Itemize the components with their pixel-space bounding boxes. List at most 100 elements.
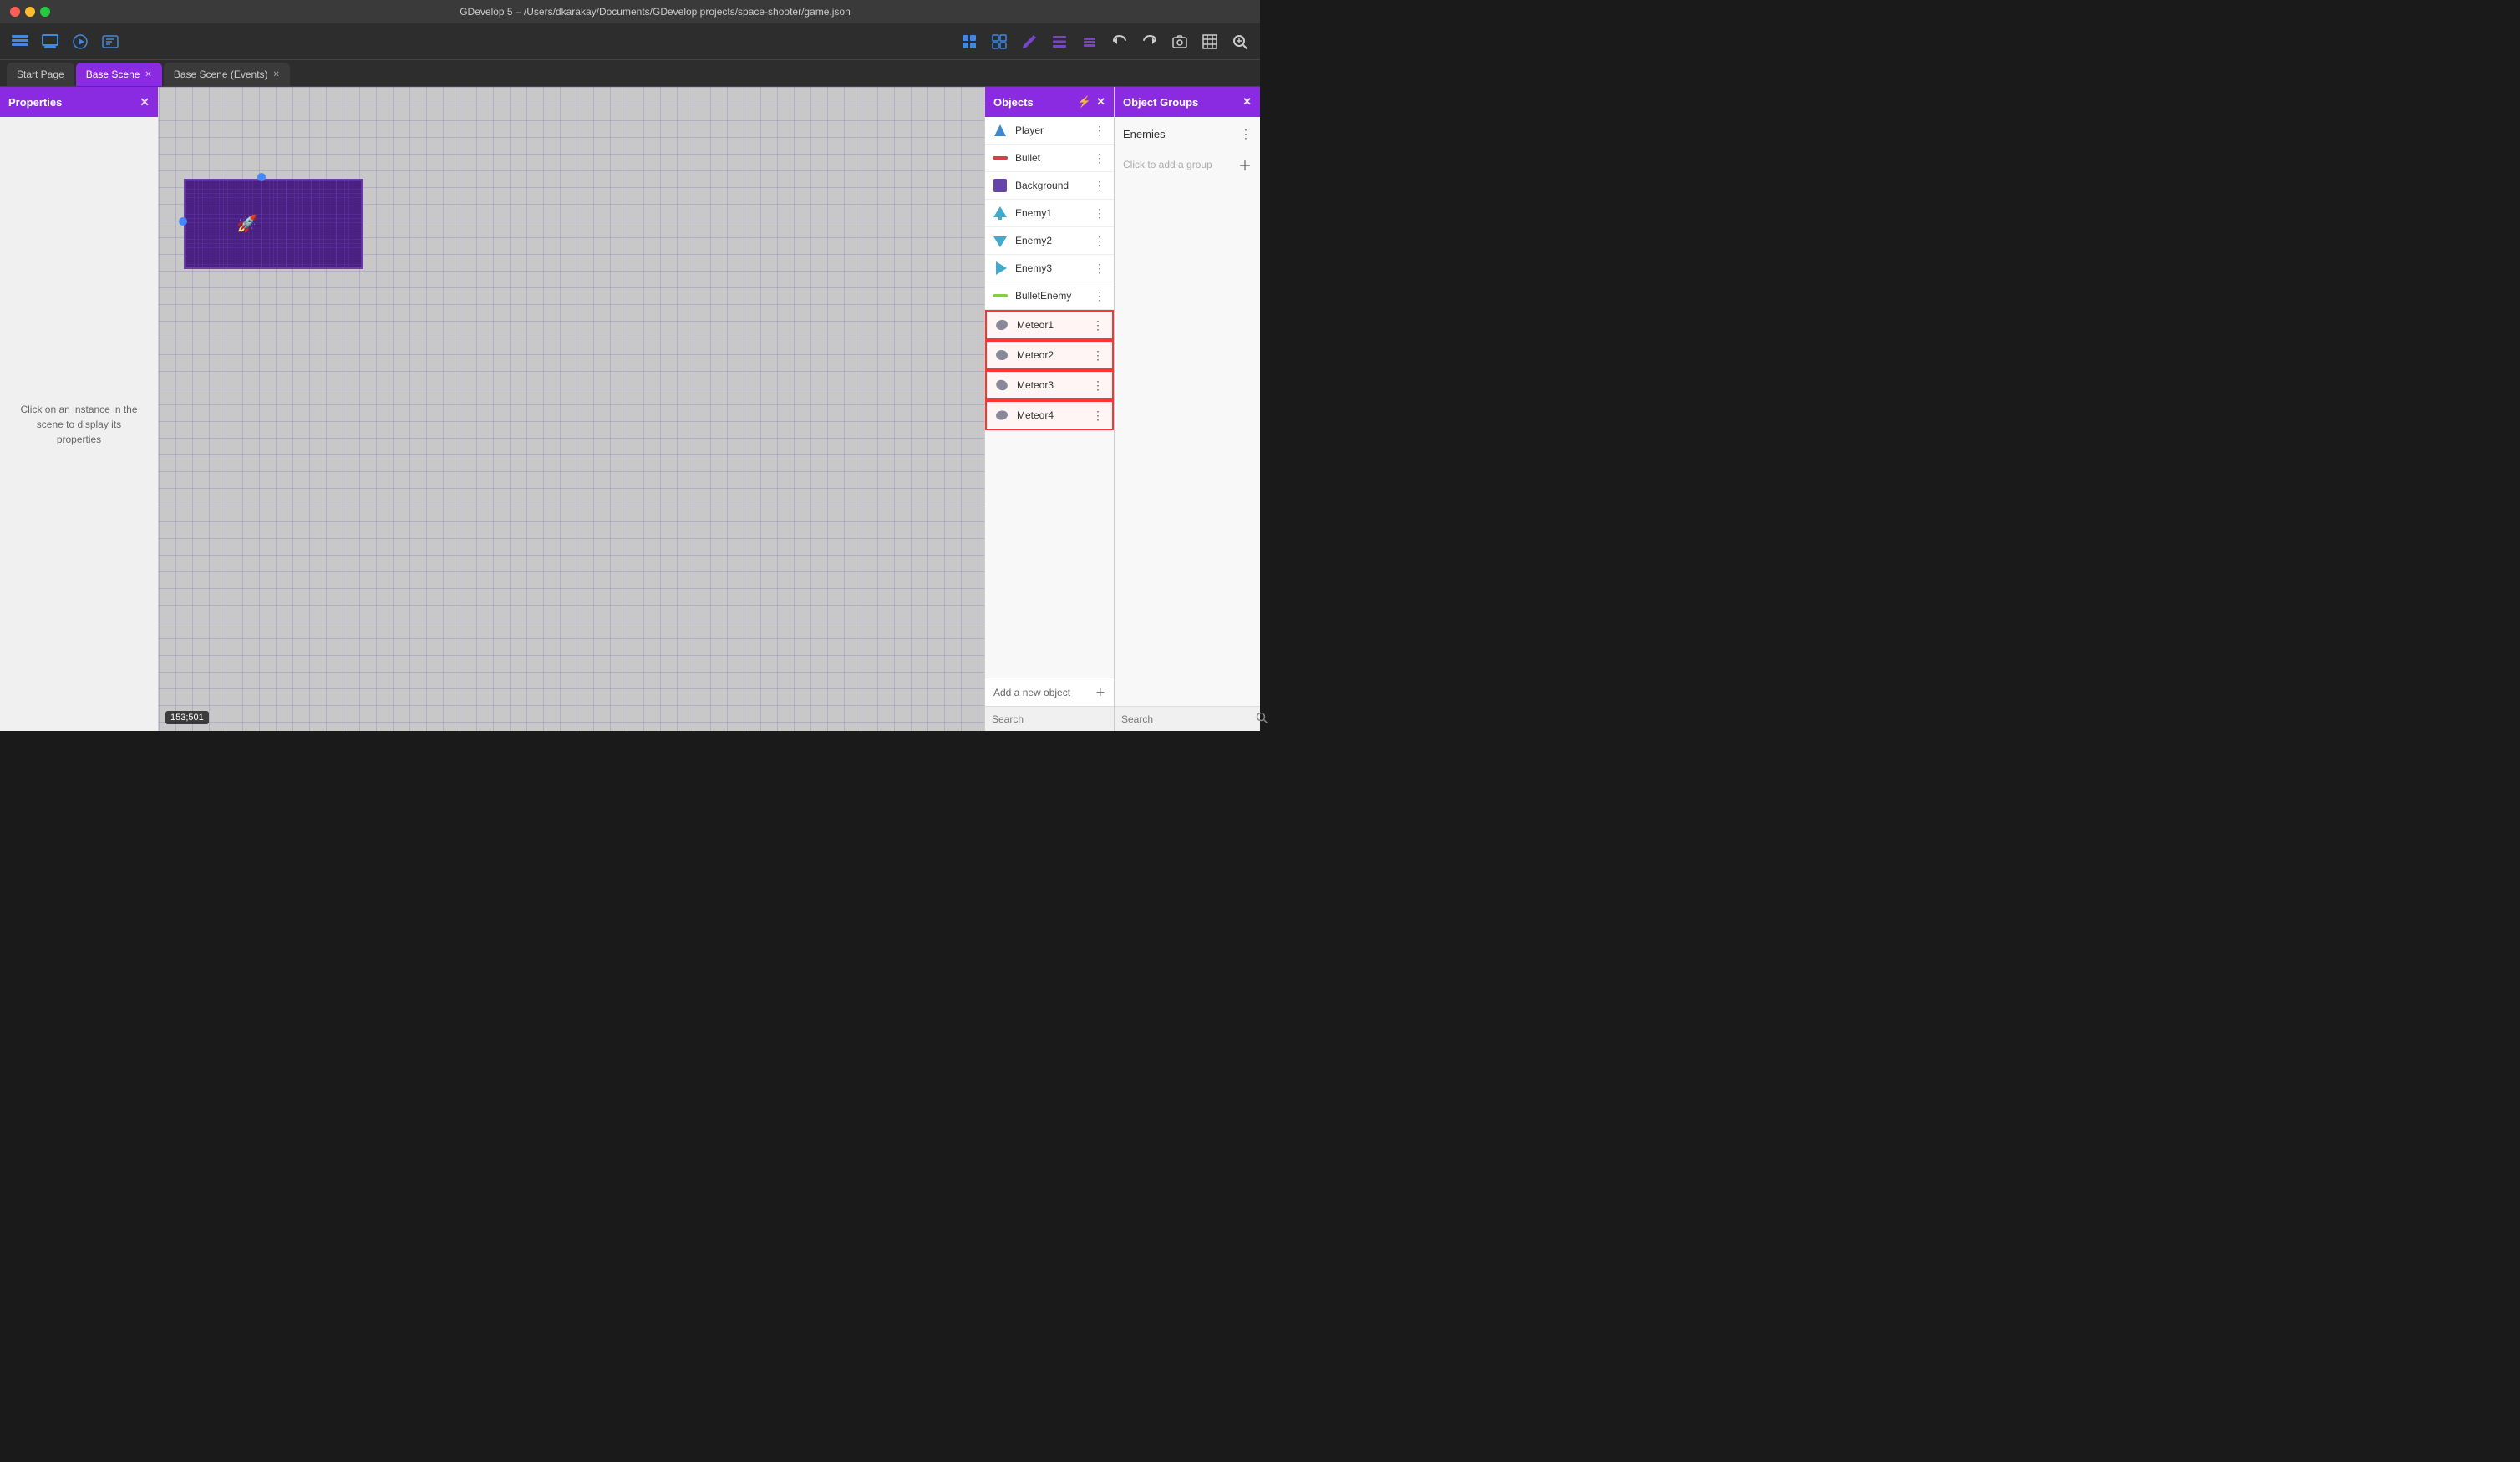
background-label: Background	[1015, 180, 1085, 191]
enemy1-label: Enemy1	[1015, 207, 1085, 219]
player-label: Player	[1015, 124, 1085, 136]
object-item-background[interactable]: Background ⋮	[985, 172, 1114, 200]
list-button[interactable]	[1046, 28, 1073, 55]
titlebar: GDevelop 5 – /Users/dkarakay/Documents/G…	[0, 0, 1260, 23]
groups-search-icon	[1256, 712, 1268, 726]
object-item-bullet[interactable]: Bullet ⋮	[985, 145, 1114, 172]
meteor2-icon	[993, 347, 1010, 363]
player-icon	[992, 122, 1009, 139]
edit-button[interactable]	[1016, 28, 1043, 55]
objects-title: Objects	[993, 96, 1034, 109]
object-item-enemy3[interactable]: Enemy3 ⋮	[985, 255, 1114, 282]
objects-search-input[interactable]	[992, 713, 1121, 725]
scene-canvas[interactable]: 🚀 153;501	[159, 87, 984, 731]
bullet-label: Bullet	[1015, 152, 1085, 164]
tab-events-close[interactable]: ✕	[273, 70, 280, 79]
object-item-meteor1[interactable]: Meteor1 ⋮	[985, 310, 1114, 340]
window-title: GDevelop 5 – /Users/dkarakay/Documents/G…	[60, 6, 1250, 18]
undo-button[interactable]	[1106, 28, 1133, 55]
scene-button[interactable]	[37, 28, 64, 55]
object-item-enemy1[interactable]: Enemy1 ⋮	[985, 200, 1114, 227]
group-item-enemies[interactable]: Enemies ⋮	[1115, 120, 1260, 148]
groups-close-button[interactable]: ✕	[1242, 95, 1252, 109]
groups-panel: Object Groups ✕ Enemies ⋮ Click to add a…	[1114, 87, 1260, 731]
properties-header: Properties ✕	[0, 87, 158, 117]
add-object-row[interactable]: Add a new object ＋	[985, 678, 1114, 706]
bullet-icon	[992, 150, 1009, 166]
click-to-add-label: Click to add a group	[1123, 159, 1212, 170]
meteor1-more-button[interactable]: ⋮	[1090, 318, 1105, 333]
meteor3-more-button[interactable]: ⋮	[1090, 378, 1105, 393]
objects-list: Player ⋮ Bullet ⋮ Background ⋮	[985, 117, 1114, 678]
enemy2-more-button[interactable]: ⋮	[1092, 234, 1107, 248]
enemy1-more-button[interactable]: ⋮	[1092, 206, 1107, 221]
click-to-add-group[interactable]: Click to add a group ＋	[1115, 148, 1260, 181]
object-item-meteor2[interactable]: Meteor2 ⋮	[985, 340, 1114, 370]
enemy3-more-button[interactable]: ⋮	[1092, 261, 1107, 276]
meteor2-more-button[interactable]: ⋮	[1090, 348, 1105, 363]
tab-base-scene-events-label: Base Scene (Events)	[174, 69, 268, 80]
play-button[interactable]	[67, 28, 94, 55]
events-icon	[102, 34, 119, 49]
scene-viewport[interactable]: 🚀	[184, 179, 363, 269]
objects-toolbar-button[interactable]	[956, 28, 983, 55]
redo-button[interactable]	[1136, 28, 1163, 55]
add-group-plus-button[interactable]: ＋	[1238, 155, 1252, 175]
object-item-meteor4[interactable]: Meteor4 ⋮	[985, 400, 1114, 430]
objects-close-button[interactable]: ✕	[1096, 95, 1105, 109]
tab-bar: Start Page Base Scene ✕ Base Scene (Even…	[0, 60, 1260, 87]
objects-panel: Objects ⚡ ✕ Player ⋮ Bullet ⋮	[984, 87, 1114, 731]
screenshot-button[interactable]	[1166, 28, 1193, 55]
groups-toolbar-button[interactable]	[986, 28, 1013, 55]
enemy2-icon	[992, 232, 1009, 249]
player-sprite: 🚀	[236, 214, 257, 235]
main-layout: Properties ✕ Click on an instance in the…	[0, 87, 1260, 731]
tab-base-scene-close[interactable]: ✕	[145, 70, 151, 79]
bullet-more-button[interactable]: ⋮	[1092, 151, 1107, 165]
object-item-player[interactable]: Player ⋮	[985, 117, 1114, 145]
tab-start-page[interactable]: Start Page	[7, 63, 74, 86]
enemy2-label: Enemy2	[1015, 235, 1085, 246]
scene-handle-left[interactable]	[179, 217, 187, 226]
tab-start-page-label: Start Page	[17, 69, 64, 80]
file-button[interactable]	[7, 28, 33, 55]
properties-hint: Click on an instance in the scene to dis…	[0, 117, 158, 731]
group-enemies-more-button[interactable]: ⋮	[1240, 127, 1252, 141]
events-button[interactable]	[97, 28, 124, 55]
maximize-dot[interactable]	[40, 7, 50, 17]
object-item-bulletenemy[interactable]: BulletEnemy ⋮	[985, 282, 1114, 310]
properties-close-button[interactable]: ✕	[140, 95, 150, 109]
toolbar-right	[956, 28, 1253, 55]
enemy1-icon	[992, 205, 1009, 221]
add-object-plus-icon[interactable]: ＋	[1095, 685, 1105, 699]
coords-badge: 153;501	[165, 711, 209, 724]
zoom-button[interactable]	[1227, 28, 1253, 55]
layers-button[interactable]	[1076, 28, 1103, 55]
object-item-meteor3[interactable]: Meteor3 ⋮	[985, 370, 1114, 400]
properties-title: Properties	[8, 96, 62, 109]
objects-header-actions: ⚡ ✕	[1078, 95, 1105, 109]
meteor4-icon	[993, 407, 1010, 424]
meteor3-icon	[993, 377, 1010, 393]
play-icon	[73, 34, 88, 49]
scene-icon	[42, 34, 58, 49]
background-more-button[interactable]: ⋮	[1092, 179, 1107, 193]
tab-base-scene-events[interactable]: Base Scene (Events) ✕	[164, 63, 290, 86]
grid-button[interactable]	[1196, 28, 1223, 55]
file-icon	[11, 34, 29, 49]
objects-filter-button[interactable]: ⚡	[1078, 95, 1091, 109]
groups-title: Object Groups	[1123, 96, 1198, 109]
minimize-dot[interactable]	[25, 7, 35, 17]
player-more-button[interactable]: ⋮	[1092, 124, 1107, 138]
scene-handle-top[interactable]	[257, 173, 266, 181]
meteor1-label: Meteor1	[1017, 319, 1084, 331]
enemy3-label: Enemy3	[1015, 262, 1085, 274]
bulletenemy-more-button[interactable]: ⋮	[1092, 289, 1107, 303]
object-item-enemy2[interactable]: Enemy2 ⋮	[985, 227, 1114, 255]
meteor4-more-button[interactable]: ⋮	[1090, 409, 1105, 423]
properties-panel: Properties ✕ Click on an instance in the…	[0, 87, 159, 731]
close-dot[interactable]	[10, 7, 20, 17]
tab-base-scene[interactable]: Base Scene ✕	[76, 63, 162, 86]
enemy3-icon	[992, 260, 1009, 277]
groups-search-input[interactable]	[1121, 713, 1251, 725]
